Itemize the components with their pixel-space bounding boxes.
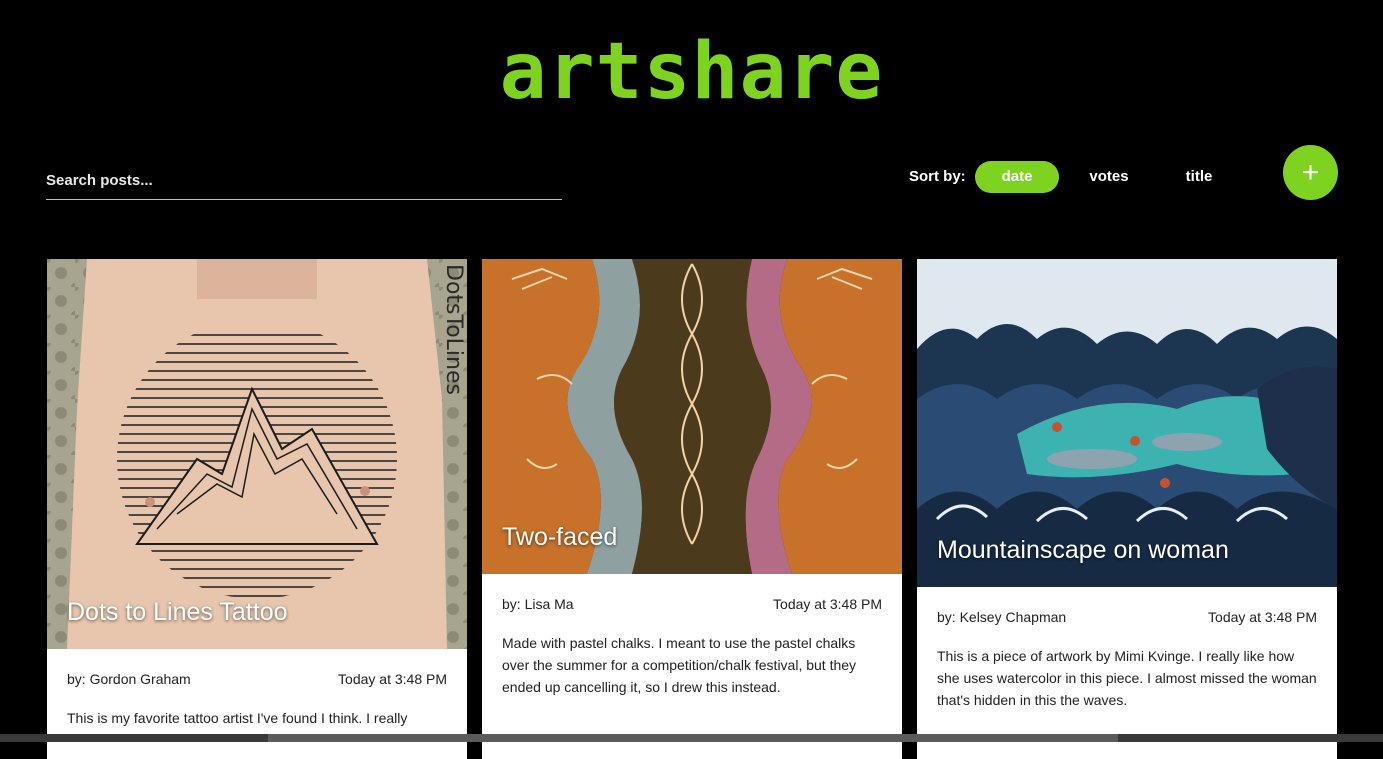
post-time: Today at 3:48 PM <box>1208 609 1317 625</box>
post-meta: by: Gordon Graham Today at 3:48 PM <box>67 671 447 691</box>
post-description: This is my favorite tattoo artist I've f… <box>67 710 408 726</box>
post-time: Today at 3:48 PM <box>773 596 882 612</box>
post-time: Today at 3:48 PM <box>338 671 447 687</box>
post-title: Mountainscape on woman <box>937 536 1229 564</box>
post-title: Two-faced <box>502 523 618 551</box>
search-input[interactable] <box>46 162 562 198</box>
add-post-button[interactable]: + <box>1283 145 1338 200</box>
sort-date-button[interactable]: date <box>975 161 1059 193</box>
post-author: by: Gordon Graham <box>67 671 191 687</box>
app-logo: artshare <box>499 27 884 117</box>
post-meta: by: Lisa Ma Today at 3:48 PM <box>502 596 882 616</box>
watermark-text: DotsToLines <box>441 264 466 395</box>
post-image[interactable]: Two-faced <box>482 259 902 574</box>
post-title: Dots to Lines Tattoo <box>67 598 288 626</box>
post-card[interactable]: Mountainscape on woman by: Kelsey Chapma… <box>917 259 1337 759</box>
post-card[interactable]: Two-faced by: Lisa Ma Today at 3:48 PM M… <box>482 259 902 759</box>
post-author: by: Lisa Ma <box>502 596 574 612</box>
plus-icon: + <box>1301 156 1320 189</box>
sort-label: Sort by: <box>909 168 966 185</box>
post-description: This is a piece of artwork by Mimi Kving… <box>937 648 1317 708</box>
post-author: by: Kelsey Chapman <box>937 609 1067 625</box>
search-field[interactable] <box>46 162 562 200</box>
sort-title-button[interactable]: title <box>1157 161 1241 193</box>
post-meta: by: Kelsey Chapman Today at 3:48 PM <box>937 609 1317 629</box>
post-image[interactable]: DotsToLines Dots to Lines Tattoo <box>47 259 467 649</box>
dock <box>268 734 1118 742</box>
post-description: Made with pastel chalks. I meant to use … <box>502 635 857 695</box>
post-card[interactable]: DotsToLines Dots to Lines Tattoo by: Gor… <box>47 259 467 759</box>
post-image[interactable]: Mountainscape on woman <box>917 259 1337 587</box>
os-taskbar <box>0 734 1383 742</box>
sort-votes-button[interactable]: votes <box>1067 161 1151 193</box>
